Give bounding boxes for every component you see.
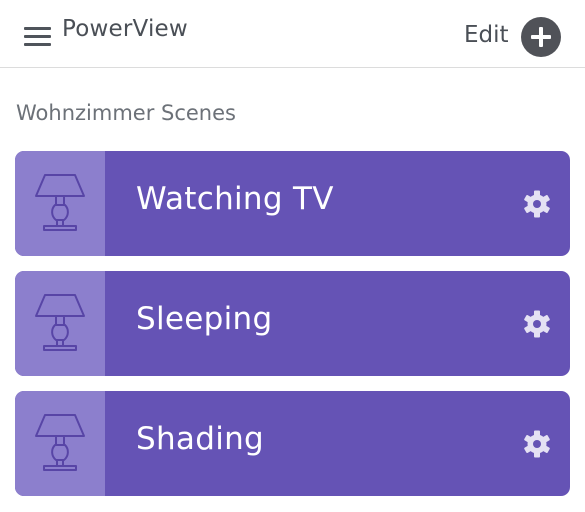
lamp-icon <box>35 294 85 351</box>
scene-label: Sleeping <box>136 301 273 337</box>
scene-icon-box <box>15 391 105 496</box>
hamburger-menu-icon[interactable] <box>24 25 52 47</box>
scene-icon-box <box>15 271 105 376</box>
app-header: PowerView Edit <box>0 0 585 68</box>
scene-card-shading[interactable]: Shading <box>15 391 570 496</box>
add-scene-button[interactable] <box>521 17 561 57</box>
app-title: PowerView <box>62 16 188 42</box>
gear-icon[interactable] <box>522 309 552 339</box>
scene-label: Watching TV <box>136 181 334 217</box>
lamp-icon <box>35 414 85 471</box>
section-title: Wohnzimmer Scenes <box>16 101 236 125</box>
edit-button[interactable]: Edit <box>464 22 509 48</box>
scene-label: Shading <box>136 421 265 457</box>
lamp-icon <box>35 174 85 231</box>
gear-icon[interactable] <box>522 429 552 459</box>
scene-card-sleeping[interactable]: Sleeping <box>15 271 570 376</box>
scene-card-watching-tv[interactable]: Watching TV <box>15 151 570 256</box>
gear-icon[interactable] <box>522 189 552 219</box>
scene-icon-box <box>15 151 105 256</box>
